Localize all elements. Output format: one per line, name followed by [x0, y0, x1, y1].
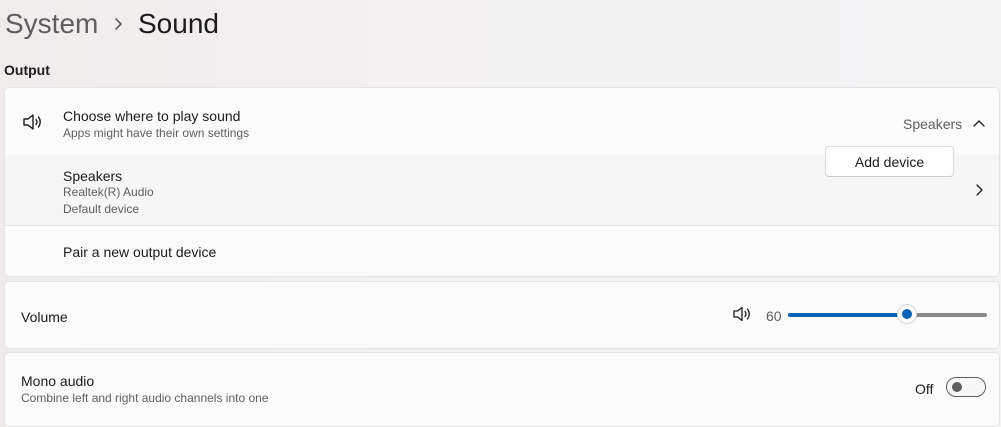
volume-slider[interactable] [788, 304, 987, 324]
volume-label: Volume [21, 309, 68, 325]
device-name: Speakers [63, 168, 123, 184]
section-label-output: Output [4, 62, 50, 78]
mono-audio-title: Mono audio [21, 373, 95, 389]
mono-audio-subtitle: Combine left and right audio channels in… [21, 391, 269, 405]
mono-audio-toggle-knob [952, 382, 962, 392]
breadcrumb-parent[interactable]: System [5, 4, 98, 44]
speaker-icon[interactable] [732, 305, 754, 323]
volume-slider-thumb-dot [902, 309, 913, 319]
selected-output-label: Speakers [903, 116, 963, 132]
divider [5, 225, 999, 226]
device-driver: Realtek(R) Audio [63, 185, 154, 199]
volume-value: 60 [766, 308, 782, 324]
device-status: Default device [63, 202, 140, 216]
choose-output-title: Choose where to play sound [63, 108, 241, 124]
chevron-right-icon [976, 184, 983, 196]
volume-slider-fill [788, 313, 908, 317]
speaker-icon [23, 114, 41, 130]
add-device-button[interactable]: Add device [825, 146, 954, 177]
page-title: Sound [138, 8, 219, 39]
output-card: Choose where to play sound Apps might ha… [4, 87, 1000, 277]
choose-output-subtitle: Apps might have their own settings [63, 126, 250, 140]
choose-output-header[interactable]: Choose where to play sound Apps might ha… [5, 88, 999, 155]
pair-device-label: Pair a new output device [63, 244, 217, 260]
mono-audio-toggle[interactable] [946, 377, 986, 397]
mono-audio-state: Off [915, 381, 934, 397]
chevron-right-icon [115, 18, 122, 30]
chevron-up-icon[interactable] [972, 117, 986, 129]
mono-audio-card: Mono audio Combine left and right audio … [4, 352, 1000, 427]
